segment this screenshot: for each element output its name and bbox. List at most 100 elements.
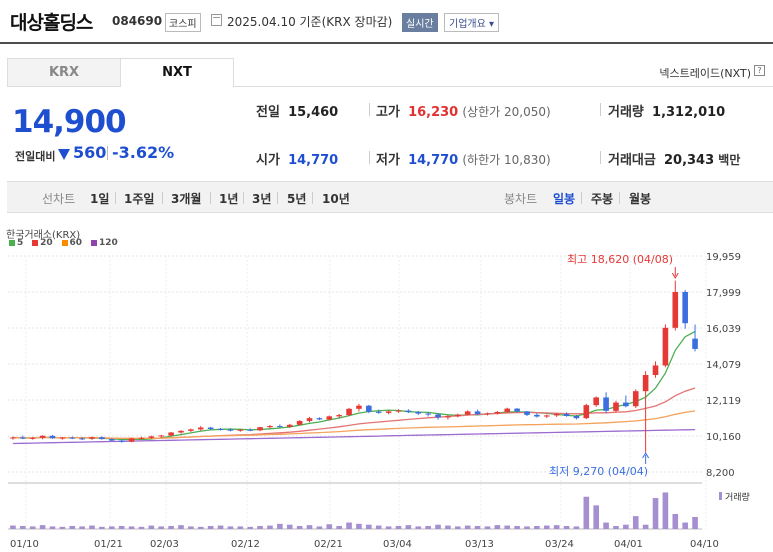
stat-open: 시가 14,770 (256, 149, 338, 168)
volume-bar (109, 526, 115, 529)
stat-label: 거래대금 (608, 153, 656, 168)
volume-bar (672, 513, 679, 529)
high-arrow-icon (671, 272, 679, 279)
candle-body (237, 429, 244, 431)
candle-body (316, 418, 323, 420)
candle-body (553, 413, 560, 416)
help-icon[interactable]: ? (754, 65, 765, 76)
stat-value: 1,312,010 (652, 105, 726, 120)
candle-daily[interactable]: 일봉 (553, 190, 575, 207)
volume-bar (356, 523, 362, 529)
candle-body (148, 436, 155, 438)
candle-body (326, 416, 333, 420)
period-10y[interactable]: 10년 (322, 190, 350, 207)
candle-body (455, 414, 461, 417)
period-1w[interactable]: 1주일 (124, 190, 154, 207)
y-tick-label: 16,039 (706, 324, 741, 335)
volume-bar (277, 523, 283, 529)
candle-body (336, 415, 342, 417)
candle-monthly[interactable]: 월봉 (629, 190, 651, 207)
period-1y[interactable]: 1년 (219, 190, 238, 207)
stat-unit: 백만 (718, 153, 741, 167)
volume-bar (504, 525, 511, 529)
candle-body (247, 429, 253, 431)
volume-bar (336, 525, 342, 529)
nextrade-link[interactable]: 넥스트레이드(NXT) (659, 65, 751, 81)
candle-body (524, 411, 530, 415)
volume-bar (445, 525, 451, 529)
candle-body (366, 405, 372, 412)
stat-value: 14,770 (408, 153, 459, 168)
candle-body (79, 438, 85, 440)
volume-bar (563, 525, 570, 529)
candle-body (89, 437, 95, 439)
volume-bar (138, 526, 145, 529)
volume-bar (227, 526, 234, 529)
x-tick-label: 02/03 (150, 539, 179, 550)
tab-divider (234, 86, 773, 87)
stat-value: 15,460 (288, 105, 339, 120)
period-5y[interactable]: 5년 (287, 190, 306, 207)
volume-bar (366, 524, 372, 529)
candle-body (306, 418, 313, 421)
volume-bar (514, 525, 520, 529)
volume-bar (543, 525, 550, 529)
candle-weekly[interactable]: 주봉 (591, 190, 613, 207)
volume-bar (652, 498, 659, 529)
candle-body (484, 413, 491, 415)
candle-body (583, 405, 590, 419)
period-1d[interactable]: 1일 (90, 190, 109, 207)
ma20-line (12, 387, 696, 440)
volume-bar (89, 525, 95, 529)
volume-legend-label: 거래량 (725, 491, 750, 503)
stat-volume: 거래량 1,312,010 (608, 101, 725, 120)
down-arrow-icon (58, 149, 70, 160)
candle-body (39, 435, 46, 438)
volume-bar (49, 526, 56, 529)
x-tick-label: 02/12 (231, 539, 260, 550)
period-3m[interactable]: 3개월 (171, 190, 201, 207)
candle-body (356, 405, 362, 409)
divider (243, 192, 244, 204)
candle-body (20, 437, 26, 439)
volume-bar (642, 524, 649, 529)
period-3y[interactable]: 3년 (252, 190, 271, 207)
volume-bar (296, 525, 303, 529)
x-tick-label: 04/01 (614, 539, 643, 550)
candle-body (346, 408, 352, 416)
candle-body (49, 435, 56, 439)
candle-body (672, 291, 679, 328)
candle-chart-label: 봉차트 (504, 192, 538, 206)
candle-body (682, 291, 688, 324)
period-bar: 선차트 1일 1주일 3개월 1년 3년 5년 10년 봉차트 일봉 주봉 월봉 (7, 181, 773, 213)
volume-bar (534, 525, 540, 529)
lower-limit: (하한가 10,830) (462, 153, 551, 167)
low-arrow-icon (642, 452, 650, 459)
candle-body (118, 440, 125, 442)
volume-bar (425, 525, 431, 529)
tab-krx[interactable]: KRX (7, 58, 121, 87)
candle-body (227, 429, 234, 431)
divider (600, 151, 601, 164)
candle-body (652, 365, 659, 376)
tab-nxt[interactable]: NXT (120, 58, 234, 87)
ma60-line (12, 410, 696, 440)
volume-bar (20, 525, 26, 529)
volume-bar (188, 526, 194, 529)
stat-label: 전일 (256, 105, 280, 120)
stat-high: 고가 16,230 (상한가 20,050) (376, 101, 551, 120)
volume-bar (613, 525, 619, 529)
candle-body (494, 411, 501, 414)
divider (619, 192, 620, 204)
realtime-button[interactable]: 실시간 (402, 13, 438, 32)
company-overview-dropdown[interactable]: 기업개요 ▾ (444, 13, 499, 32)
divider (277, 192, 278, 204)
divider (312, 192, 313, 204)
volume-bar (69, 525, 76, 529)
x-tick-label: 03/04 (383, 539, 412, 550)
candle-body (267, 426, 273, 428)
candle-body (257, 427, 263, 431)
volume-bar (29, 526, 36, 529)
ma-legend: 5 20 60 120 (9, 238, 124, 248)
legend-ma120: 120 (90, 238, 118, 248)
